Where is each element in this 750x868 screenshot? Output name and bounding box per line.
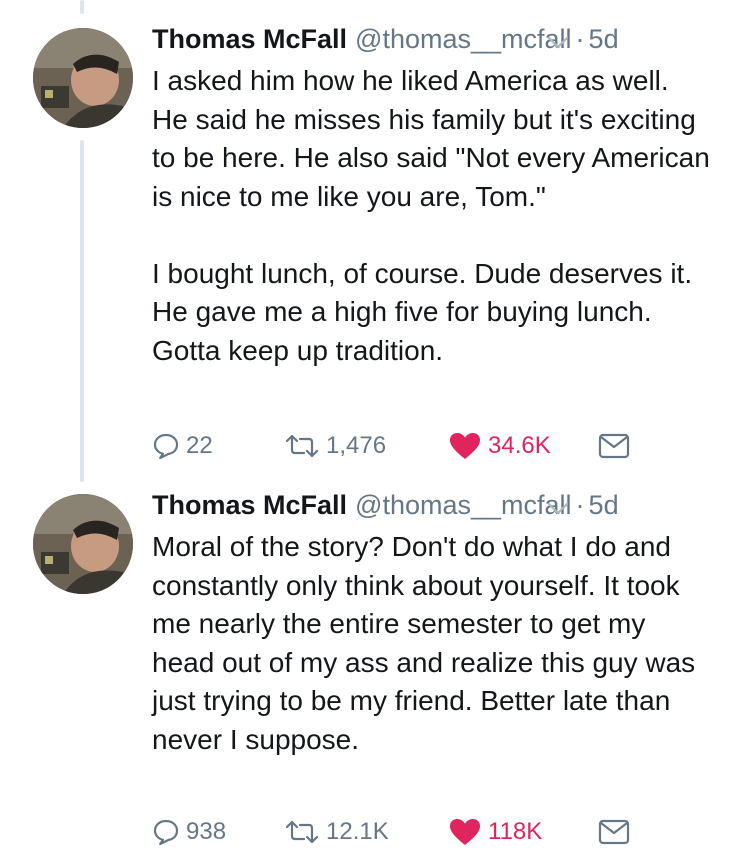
- envelope-icon: [598, 819, 630, 845]
- tweet-actions: 938 12.1K 118K: [152, 812, 672, 852]
- tweet-paragraph: Moral of the story? Don't do what I do a…: [152, 531, 696, 755]
- reply-icon: [153, 819, 179, 846]
- tweet-actions: 22 1,476 34.6K: [152, 426, 672, 466]
- separator-dot: ·: [575, 24, 585, 54]
- timestamp[interactable]: 5d: [589, 490, 619, 521]
- author-name[interactable]: Thomas McFall: [152, 490, 347, 521]
- reply-button[interactable]: 938: [152, 812, 226, 852]
- direct-message-button[interactable]: [598, 426, 630, 466]
- timestamp[interactable]: 5d: [589, 24, 619, 55]
- like-count: 118K: [488, 818, 543, 845]
- author-name[interactable]: Thomas McFall: [152, 24, 347, 55]
- tweet-text: I asked him how he liked America as well…: [152, 62, 712, 370]
- separator-dot: ·: [575, 490, 585, 520]
- thread-connector-top: [80, 0, 84, 14]
- retweet-button[interactable]: 1,476: [284, 426, 386, 466]
- avatar[interactable]: [33, 28, 133, 128]
- heart-icon: [450, 433, 480, 459]
- tweet-text: Moral of the story? Don't do what I do a…: [152, 528, 712, 759]
- reply-button[interactable]: 22: [152, 426, 213, 466]
- retweet-icon: [285, 434, 319, 458]
- author-handle[interactable]: @thomas__mcfall: [355, 24, 572, 55]
- reply-count: 938: [186, 818, 227, 845]
- like-count: 34.6K: [488, 432, 551, 459]
- thread-connector: [80, 140, 84, 482]
- retweet-button[interactable]: 12.1K: [284, 812, 389, 852]
- reply-icon: [153, 433, 179, 460]
- reply-count: 22: [186, 432, 213, 459]
- tweet-header: Thomas McFall @thomas__mcfall · 5d: [152, 490, 732, 526]
- retweet-count: 1,476: [326, 432, 387, 459]
- retweet-count: 12.1K: [326, 818, 389, 845]
- tweet-paragraph: I asked him how he liked America as well…: [152, 65, 710, 212]
- chevron-down-icon[interactable]: [547, 36, 569, 50]
- direct-message-button[interactable]: [598, 812, 630, 852]
- like-button[interactable]: 34.6K: [448, 426, 551, 466]
- tweet-paragraph: I bought lunch, of course. Dude deserves…: [152, 257, 693, 366]
- avatar[interactable]: [33, 494, 133, 594]
- chevron-down-icon[interactable]: [547, 502, 569, 516]
- retweet-icon: [285, 820, 319, 844]
- tweet-header: Thomas McFall @thomas__mcfall · 5d: [152, 24, 732, 60]
- like-button[interactable]: 118K: [448, 812, 542, 852]
- envelope-icon: [598, 433, 630, 459]
- author-handle[interactable]: @thomas__mcfall: [355, 490, 572, 521]
- heart-icon: [450, 819, 480, 845]
